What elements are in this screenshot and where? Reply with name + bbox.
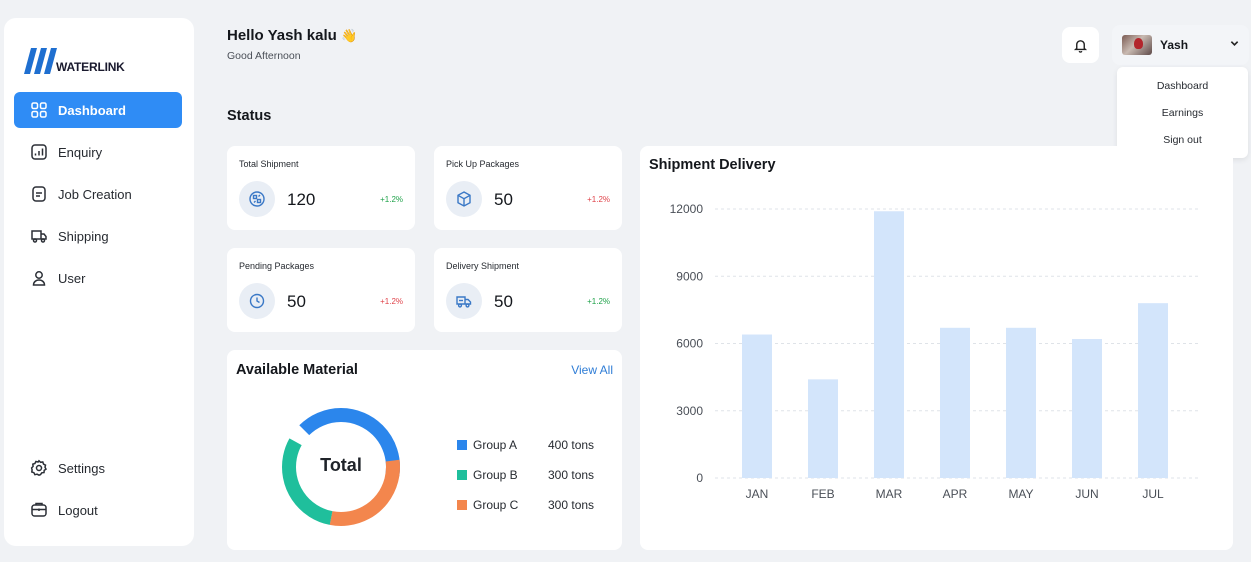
stat-label: Delivery Shipment xyxy=(446,261,520,271)
stat-change: +1.2% xyxy=(587,297,610,306)
user-icon xyxy=(32,271,46,286)
stat-change: +1.2% xyxy=(380,297,403,306)
view-all-link[interactable]: View All xyxy=(571,363,613,377)
stat-change: +1.2% xyxy=(587,195,610,204)
legend-name: Group C xyxy=(473,498,519,512)
logout-icon xyxy=(31,502,47,517)
wave-hand-icon: 👋 xyxy=(340,28,358,43)
pending-packages-card[interactable]: Pending Packages 50 +1.2% xyxy=(227,248,415,332)
greeting-subtitle: Good Afternoon xyxy=(227,50,301,62)
legend-swatch xyxy=(457,500,467,510)
legend-swatch xyxy=(457,470,467,480)
x-tick-label: MAR xyxy=(876,487,903,501)
brand-name: WATERLINK xyxy=(56,60,125,74)
x-tick-label: JUN xyxy=(1075,487,1098,501)
shipment-delivery-card: Shipment Delivery 0 3000 6000 9000 12000 JAN F… xyxy=(640,146,1233,550)
user-menu-button[interactable]: Yash xyxy=(1112,25,1249,65)
y-tick-label: 12000 xyxy=(670,202,704,216)
sidebar: WATERLINK Dashboard Enquiry Job Creation… xyxy=(4,18,194,546)
material-legend: Group A 400 tons Group B 300 tons Group … xyxy=(457,430,594,520)
sidebar-item-shipping[interactable]: Shipping xyxy=(14,218,182,254)
material-title: Available Material xyxy=(236,362,358,378)
delivery-shipment-card[interactable]: Delivery Shipment 50 +1.2% xyxy=(434,248,622,332)
stat-change: +1.2% xyxy=(380,195,403,204)
sidebar-nav: Dashboard Enquiry Job Creation Shipping … xyxy=(14,92,182,302)
legend-name: Group B xyxy=(473,468,518,482)
legend-name: Group A xyxy=(473,438,518,452)
sidebar-item-dashboard[interactable]: Dashboard xyxy=(14,92,182,128)
grid-icon xyxy=(31,102,47,118)
package-icon xyxy=(446,181,482,217)
truck-icon xyxy=(31,230,47,243)
bar-feb xyxy=(808,379,838,478)
document-icon xyxy=(32,186,46,202)
stat-value: 50 xyxy=(494,292,513,311)
legend-item: Group A 400 tons xyxy=(457,430,594,460)
sidebar-item-label: Dashboard xyxy=(58,102,126,118)
legend-item: Group B 300 tons xyxy=(457,460,594,490)
shipment-delivery-bar-chart: 0 3000 6000 9000 12000 JAN FEB MAR APR MAY JUN JUL xyxy=(670,202,1200,501)
sidebar-item-logout[interactable]: Logout xyxy=(14,492,182,528)
bar-jan xyxy=(742,334,772,478)
sidebar-item-user[interactable]: User xyxy=(14,260,182,296)
greeting-heading: Hello Yash kalu 👋 xyxy=(227,27,357,44)
stat-label: Pick Up Packages xyxy=(446,159,520,169)
sidebar-bottom-nav: Settings Logout xyxy=(14,450,182,534)
sidebar-item-label: User xyxy=(58,270,86,286)
user-name: Yash xyxy=(1160,38,1189,52)
sidebar-item-label: Enquiry xyxy=(58,144,103,160)
stat-value: 50 xyxy=(287,292,306,311)
menu-item-earnings[interactable]: Earnings xyxy=(1117,99,1248,126)
x-tick-label: FEB xyxy=(811,487,834,501)
stat-value: 50 xyxy=(494,190,513,209)
stat-label: Total Shipment xyxy=(239,159,299,169)
bar-jul xyxy=(1138,303,1168,478)
avatar xyxy=(1122,35,1152,55)
bell-icon xyxy=(1073,39,1088,53)
y-tick-label: 6000 xyxy=(676,337,703,351)
gear-icon xyxy=(30,459,47,477)
y-tick-label: 0 xyxy=(696,471,703,485)
x-tick-label: JAN xyxy=(746,487,769,501)
y-tick-label: 9000 xyxy=(676,269,703,283)
sidebar-item-settings[interactable]: Settings xyxy=(14,450,182,486)
legend-swatch xyxy=(457,440,467,450)
legend-item: Group C 300 tons xyxy=(457,490,594,520)
stat-label: Pending Packages xyxy=(239,261,315,271)
sidebar-item-label: Settings xyxy=(58,460,105,476)
x-tick-label: APR xyxy=(943,487,968,501)
y-tick-label: 3000 xyxy=(676,404,703,418)
greeting-text: Hello Yash kalu xyxy=(227,27,337,44)
status-section-title: Status xyxy=(227,108,272,124)
logo-stripes-icon xyxy=(24,48,57,74)
sidebar-item-job-creation[interactable]: Job Creation xyxy=(14,176,182,212)
stat-value: 120 xyxy=(287,190,316,209)
bar-may xyxy=(1006,327,1036,478)
sidebar-item-label: Shipping xyxy=(58,228,109,244)
x-tick-label: MAY xyxy=(1008,487,1033,501)
sidebar-item-enquiry[interactable]: Enquiry xyxy=(14,134,182,170)
x-tick-label: JUL xyxy=(1142,487,1164,501)
sidebar-item-label: Job Creation xyxy=(58,186,132,202)
legend-amount: 300 tons xyxy=(548,468,595,482)
sidebar-item-label: Logout xyxy=(58,502,98,518)
waterlink-logo[interactable]: WATERLINK xyxy=(24,48,134,74)
chevron-down-icon xyxy=(1230,41,1239,46)
total-shipment-card[interactable]: Total Shipment 120 +1.2% xyxy=(227,146,415,230)
legend-amount: 300 tons xyxy=(548,498,595,512)
bar-mar xyxy=(874,211,904,478)
shipment-icon xyxy=(239,181,275,217)
donut-center-label: Total xyxy=(320,455,362,475)
bar-apr xyxy=(940,327,970,478)
legend-amount: 400 tons xyxy=(548,438,595,452)
chart-icon xyxy=(31,144,47,160)
delivery-icon xyxy=(446,283,482,319)
notification-button[interactable] xyxy=(1062,27,1099,63)
clock-icon xyxy=(239,283,275,319)
pick-up-packages-card[interactable]: Pick Up Packages 50 +1.2% xyxy=(434,146,622,230)
user-dropdown-menu: Dashboard Earnings Sign out xyxy=(1117,67,1248,158)
bar-jun xyxy=(1072,339,1102,478)
menu-item-dashboard[interactable]: Dashboard xyxy=(1117,72,1248,99)
available-material-card: Available Material View All Total Group … xyxy=(227,350,622,550)
